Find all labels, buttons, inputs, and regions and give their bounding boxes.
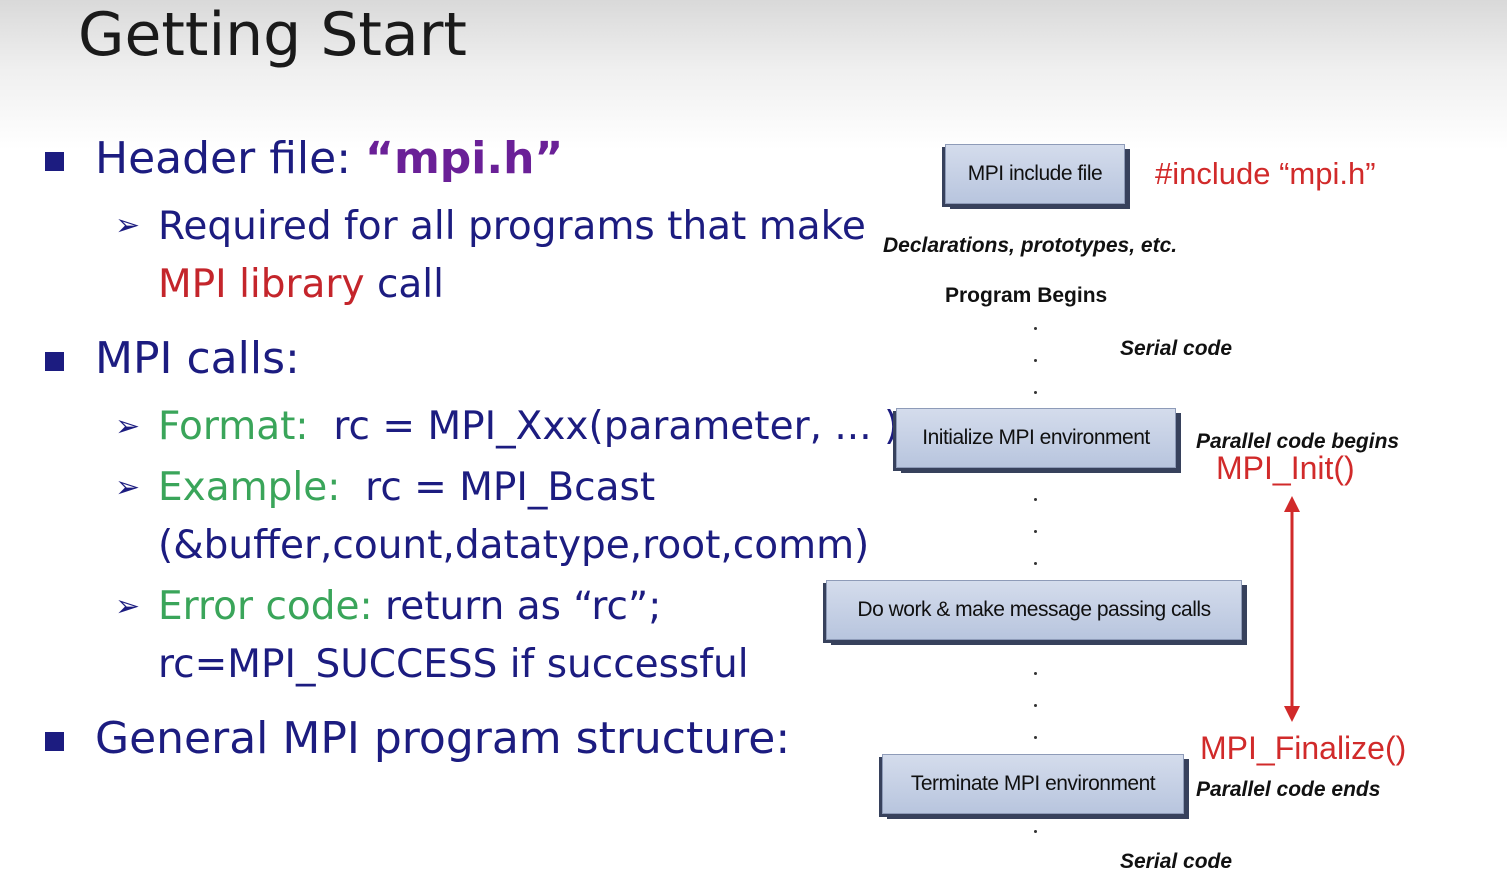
declarations-note: Declarations, prototypes, etc. (883, 234, 1178, 257)
arrow-bullet-icon: ➢ (115, 589, 141, 624)
initialize-mpi-box: Initialize MPI environment (896, 408, 1176, 468)
error-code-text: return as “rc”; (372, 584, 662, 629)
error-code-line: Error code: return as “rc”; (158, 584, 661, 629)
parallel-span-arrow (1284, 496, 1300, 722)
example-label: Example: (158, 465, 341, 510)
program-structure-label: General MPI program structure: (95, 713, 791, 764)
mpi-init-code: MPI_Init() (1216, 450, 1355, 486)
arrow-bullet-icon: ➢ (115, 409, 141, 444)
error-code-line2: rc=MPI_SUCCESS if successful (158, 642, 749, 687)
slide-title: Getting Start (78, 0, 467, 70)
terminate-mpi-box: Terminate MPI environment (882, 754, 1184, 814)
example-line2: (&buffer,count,datatype,root,comm) (158, 523, 870, 568)
program-begins-note: Program Begins (945, 284, 1108, 307)
error-code-label: Error code: (158, 584, 373, 629)
header-file-label: Header file: (95, 133, 352, 184)
serial-code-bottom-note: Serial code (1120, 850, 1233, 873)
include-code: #include “mpi.h” (1155, 156, 1376, 191)
mpi-library-text: MPI library (158, 262, 365, 307)
arrow-bullet-icon: ➢ (115, 208, 141, 243)
mpi-calls-label: MPI calls: (95, 333, 300, 384)
dotted-line-bottom (1034, 830, 1038, 862)
bullet-square-icon (45, 352, 64, 371)
example-text: rc = MPI_Bcast (340, 465, 656, 510)
header-required-line1: Required for all programs that make (158, 204, 866, 249)
format-text: rc = MPI_Xxx(parameter, ... ) (308, 404, 900, 449)
bullet-square-icon (45, 732, 64, 751)
arrow-bullet-icon: ➢ (115, 470, 141, 505)
header-file-value: “mpi.h” (365, 133, 564, 184)
header-required-line2: MPI library call (158, 262, 444, 307)
example-line: Example: rc = MPI_Bcast (158, 465, 655, 510)
mpi-finalize-code: MPI_Finalize() (1200, 730, 1407, 766)
parallel-ends-note: Parallel code ends (1196, 778, 1381, 801)
header-file-bullet: Header file: “mpi.h” (95, 133, 563, 184)
format-label: Format: (158, 404, 309, 449)
format-line: Format: rc = MPI_Xxx(parameter, ... ) (158, 404, 899, 449)
call-text: call (364, 262, 444, 307)
serial-code-top-note: Serial code (1120, 337, 1233, 360)
mpi-include-box: MPI include file (945, 144, 1125, 204)
do-work-box: Do work & make message passing calls (826, 580, 1242, 640)
bullet-square-icon (45, 152, 64, 171)
